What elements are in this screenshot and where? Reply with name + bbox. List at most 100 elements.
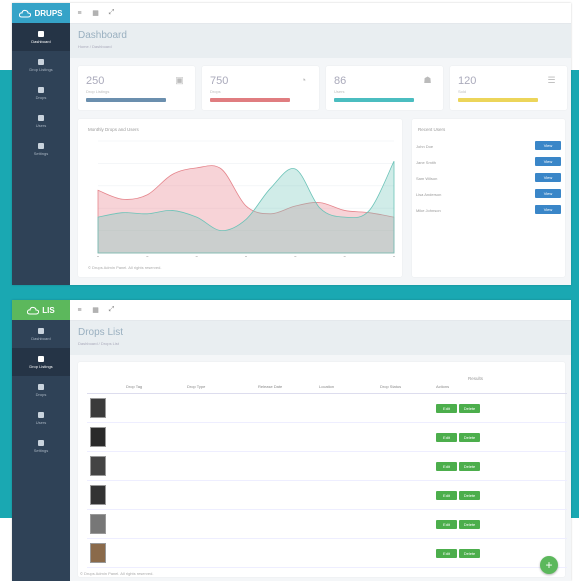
- sidebar-item-drop-listings[interactable]: Drop Listings: [12, 348, 70, 376]
- column-header[interactable]: Release Date: [255, 380, 316, 394]
- column-header[interactable]: [87, 380, 123, 394]
- column-header[interactable]: Drop Tag: [123, 380, 184, 394]
- column-header[interactable]: Actions: [433, 380, 567, 394]
- edit-button[interactable]: Edit: [436, 461, 457, 471]
- view-button[interactable]: View: [535, 157, 561, 166]
- release-date-cell: [255, 509, 316, 539]
- location-cell: [316, 451, 377, 481]
- list-icon: ☰: [547, 75, 556, 85]
- location-cell: [316, 480, 377, 510]
- cloud-icon: [27, 306, 40, 314]
- sidebar-item-settings[interactable]: Settings: [12, 135, 70, 163]
- stat-value: 120: [458, 75, 477, 87]
- view-button[interactable]: View: [535, 189, 561, 198]
- stat-card[interactable]: 750 Drops ◔: [202, 66, 319, 110]
- delete-button[interactable]: Delete: [459, 432, 480, 442]
- drops-list-screenshot: LIS Dashboard Drop Listings Drops Users Sett…: [12, 300, 571, 581]
- apps-grid-icon[interactable]: ▦: [92, 306, 99, 314]
- sidebar-item-users[interactable]: Users: [12, 107, 70, 135]
- stat-card[interactable]: 86 Users ☗: [326, 66, 443, 110]
- apps-grid-icon[interactable]: ▦: [92, 9, 99, 17]
- view-button[interactable]: View: [535, 141, 561, 150]
- drop-type-cell: [184, 451, 255, 481]
- sidebar-item-label: Drop Listings: [29, 66, 53, 72]
- stat-card[interactable]: 120 Sold ☰: [450, 66, 567, 110]
- sidebar-item-drop-listings[interactable]: Drop Listings: [12, 51, 70, 79]
- x-tick-mark: [146, 256, 149, 257]
- release-date-cell: [255, 422, 316, 452]
- breadcrumb: Home / Dashboard: [78, 44, 112, 49]
- sidebar-item-settings[interactable]: Settings: [12, 432, 70, 460]
- sidebar-item-drops[interactable]: Drops: [12, 376, 70, 404]
- cloud-icon: [19, 9, 32, 17]
- app-logo[interactable]: DRUPS: [12, 3, 70, 23]
- table-row[interactable]: Edit Delete: [87, 451, 567, 481]
- drop-thumbnail[interactable]: [90, 485, 106, 505]
- x-tick-mark: [393, 256, 395, 257]
- column-header[interactable]: Location: [316, 380, 377, 394]
- menu-toggle-icon[interactable]: ≡: [76, 10, 83, 17]
- sidebar-item-drops[interactable]: Drops: [12, 79, 70, 107]
- home-icon: [38, 30, 44, 37]
- delete-button[interactable]: Delete: [459, 519, 480, 529]
- drop-thumbnail[interactable]: [90, 427, 106, 447]
- edit-button[interactable]: Edit: [436, 432, 457, 442]
- delete-button[interactable]: Delete: [459, 403, 480, 413]
- table-row[interactable]: Edit Delete: [87, 480, 567, 510]
- topbar: ≡ ▦ ⤢: [70, 3, 571, 24]
- home-icon: [38, 327, 44, 334]
- sidebar-item-users[interactable]: Users: [12, 404, 70, 432]
- sidebar-item-label: Drop Listings: [29, 363, 53, 369]
- drop-thumbnail[interactable]: [90, 543, 106, 563]
- drop-type-cell: [184, 422, 255, 452]
- table-row[interactable]: Edit Delete: [87, 538, 567, 568]
- x-tick-mark: [343, 256, 346, 257]
- drop-thumbnail[interactable]: [90, 398, 106, 418]
- fullscreen-icon[interactable]: ⤢: [108, 9, 115, 17]
- page-title: Dashboard: [78, 30, 127, 41]
- app-logo[interactable]: LIS: [12, 300, 70, 320]
- drop-tag-cell: [123, 480, 184, 510]
- list-item: Jane Smith View: [416, 157, 561, 169]
- recent-users-panel: Recent Users John Doe View Jane Smith View S…: [412, 119, 565, 277]
- drop-tag-cell: [123, 422, 184, 452]
- x-tick-mark: [294, 256, 297, 257]
- edit-button[interactable]: Edit: [436, 490, 457, 500]
- stat-card[interactable]: 250 Drop Listings ▣: [78, 66, 195, 110]
- stat-bar: [458, 98, 538, 102]
- edit-button[interactable]: Edit: [436, 403, 457, 413]
- stat-label: Sold: [458, 89, 467, 94]
- edit-button[interactable]: Edit: [436, 519, 457, 529]
- table-row[interactable]: Edit Delete: [87, 422, 567, 452]
- delete-button[interactable]: Delete: [459, 548, 480, 558]
- sidebar-item-dashboard[interactable]: Dashboard: [12, 320, 70, 348]
- add-drop-button[interactable]: +: [540, 556, 558, 574]
- column-header[interactable]: Drop Type: [184, 380, 255, 394]
- table-row[interactable]: Edit Delete: [87, 393, 567, 423]
- delete-button[interactable]: Delete: [459, 461, 480, 471]
- view-button[interactable]: View: [535, 173, 561, 182]
- drop-tag-cell: [123, 451, 184, 481]
- grid-icon: [38, 58, 44, 65]
- drop-status-cell: [377, 451, 433, 481]
- release-date-cell: [255, 480, 316, 510]
- fullscreen-icon[interactable]: ⤢: [108, 306, 115, 314]
- delete-button[interactable]: Delete: [459, 490, 480, 500]
- sidebar: LIS Dashboard Drop Listings Drops Users Sett…: [12, 300, 70, 581]
- menu-toggle-icon[interactable]: ≡: [76, 307, 83, 314]
- recent-user-name: John Doe: [416, 144, 434, 149]
- drop-thumbnail[interactable]: [90, 456, 106, 476]
- drop-tag-cell: [123, 393, 184, 423]
- dashboard-screenshot: DRUPS Dashboard Drop Listings Drops Users Se…: [12, 3, 571, 285]
- list-item: John Doe View: [416, 141, 561, 153]
- table-row[interactable]: Edit Delete: [87, 509, 567, 539]
- stat-bar: [86, 98, 166, 102]
- sidebar-item-label: Users: [35, 419, 47, 425]
- sidebar-item-label: Users: [35, 122, 47, 128]
- edit-button[interactable]: Edit: [436, 548, 457, 558]
- column-header[interactable]: Drop Status: [377, 380, 433, 394]
- camera-icon: [38, 86, 44, 93]
- sidebar-item-dashboard[interactable]: Dashboard: [12, 23, 70, 51]
- drop-thumbnail[interactable]: [90, 514, 106, 534]
- view-button[interactable]: View: [535, 205, 561, 214]
